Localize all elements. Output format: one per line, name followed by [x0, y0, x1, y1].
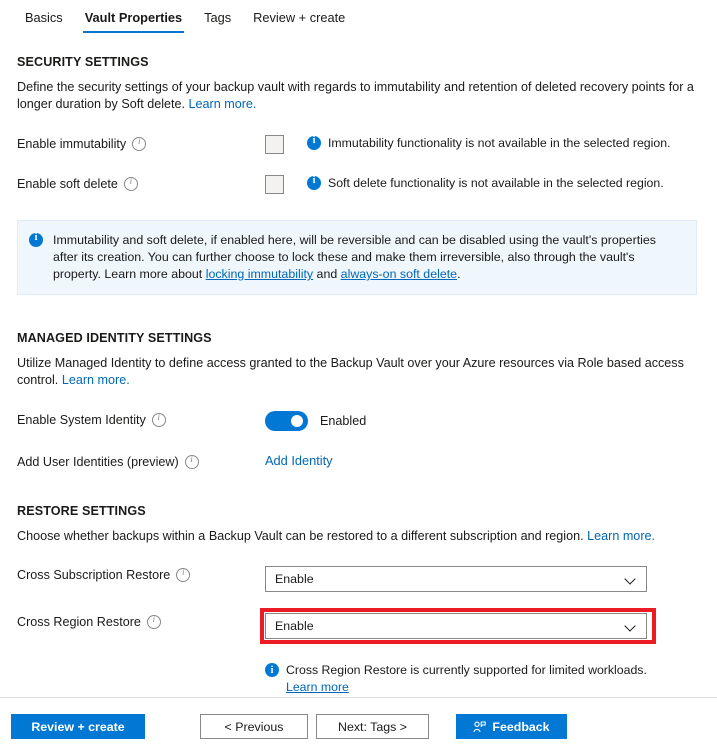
review-create-button[interactable]: Review + create [11, 714, 145, 739]
info-icon [265, 662, 279, 679]
enable-immutability-row: Enable immutability Immutability functio… [17, 135, 717, 154]
tab-vault-properties[interactable]: Vault Properties [74, 6, 193, 34]
info-icon [307, 135, 321, 150]
info-icon[interactable] [132, 136, 147, 151]
tab-tags[interactable]: Tags [193, 6, 242, 34]
enable-system-identity-toggle[interactable] [265, 411, 308, 431]
cross-subscription-restore-value: Enable [275, 572, 314, 586]
cross-region-restore-row: Cross Region Restore Enable [17, 608, 717, 644]
info-icon [29, 232, 43, 247]
restore-settings-description: Choose whether backups within a Backup V… [17, 528, 695, 545]
toggle-knob [291, 415, 303, 427]
tab-label: Review + create [253, 10, 346, 25]
feedback-label: Feedback [492, 719, 550, 734]
tab-label: Basics [25, 10, 63, 25]
soft-delete-note-text: Soft delete functionality is not availab… [328, 176, 664, 190]
banner-text: Immutability and soft delete, if enabled… [53, 232, 684, 283]
cross-subscription-restore-label-text: Cross Subscription Restore [17, 568, 171, 582]
security-settings-description: Define the security settings of your bac… [17, 79, 695, 113]
system-identity-toggle-group: Enabled [265, 411, 366, 431]
add-identity-link[interactable]: Add Identity [265, 453, 333, 468]
feedback-button[interactable]: Feedback [456, 714, 567, 739]
system-identity-state-label: Enabled [320, 414, 367, 428]
immutability-note-text: Immutability functionality is not availa… [328, 136, 671, 150]
tab-label: Vault Properties [84, 10, 183, 25]
security-settings-heading: SECURITY SETTINGS [17, 55, 149, 69]
enable-immutability-checkbox[interactable] [265, 135, 284, 154]
tab-bar: Basics Vault Properties Tags Review + cr… [0, 0, 717, 38]
restore-learn-more-link[interactable]: Learn more. [587, 529, 655, 543]
cross-region-restore-note-row: Cross Region Restore is currently suppor… [17, 661, 717, 696]
enable-system-identity-row: Enable System Identity Enabled [17, 411, 717, 431]
chevron-down-icon [625, 574, 636, 585]
tab-label: Tags [204, 10, 232, 25]
cross-subscription-restore-dropdown[interactable]: Enable [265, 566, 647, 592]
info-icon[interactable] [176, 567, 191, 582]
add-user-identities-row: Add User Identities (preview) Add Identi… [17, 453, 717, 469]
tab-basics[interactable]: Basics [14, 6, 74, 34]
security-description-text: Define the security settings of your bac… [17, 80, 694, 111]
soft-delete-note: Soft delete functionality is not availab… [307, 175, 664, 190]
restore-settings-heading: RESTORE SETTINGS [17, 504, 146, 518]
tab-review-create[interactable]: Review + create [242, 6, 356, 34]
footer-bar: Review + create < Previous Next: Tags > … [0, 698, 717, 751]
info-icon[interactable] [151, 412, 166, 427]
enable-soft-delete-checkbox[interactable] [265, 175, 284, 194]
cross-region-note-wrap: Cross Region Restore is currently suppor… [286, 662, 665, 696]
cross-region-restore-label-text: Cross Region Restore [17, 615, 141, 629]
enable-system-identity-label: Enable System Identity [17, 411, 265, 427]
cross-region-restore-note: Cross Region Restore is currently suppor… [265, 661, 665, 696]
security-learn-more-link[interactable]: Learn more. [189, 97, 257, 111]
enable-immutability-label-text: Enable immutability [17, 137, 127, 151]
info-icon [307, 175, 321, 190]
enable-soft-delete-row: Enable soft delete Soft delete functiona… [17, 175, 717, 194]
note-spacer [17, 661, 265, 663]
managed-identity-learn-more-link[interactable]: Learn more. [62, 373, 130, 387]
cross-region-learn-more-link[interactable]: Learn more [286, 680, 349, 694]
managed-identity-description: Utilize Managed Identity to define acces… [17, 355, 695, 389]
enable-immutability-label: Enable immutability [17, 135, 265, 151]
info-icon[interactable] [184, 454, 199, 469]
banner-text-part-2: and [313, 267, 341, 281]
cross-region-note-text: Cross Region Restore is currently suppor… [286, 663, 647, 677]
add-user-identities-label: Add User Identities (preview) [17, 453, 265, 469]
cross-region-restore-dropdown[interactable]: Enable [265, 613, 647, 639]
restore-description-text: Choose whether backups within a Backup V… [17, 529, 588, 543]
cross-subscription-restore-label: Cross Subscription Restore [17, 566, 265, 582]
immutability-info-banner: Immutability and soft delete, if enabled… [17, 220, 697, 295]
previous-button[interactable]: < Previous [200, 714, 308, 739]
enable-system-identity-label-text: Enable System Identity [17, 413, 146, 427]
info-icon[interactable] [123, 176, 138, 191]
feedback-icon [473, 720, 487, 733]
cross-region-restore-value: Enable [275, 619, 314, 633]
add-user-identities-label-text: Add User Identities (preview) [17, 455, 179, 469]
cross-region-restore-label: Cross Region Restore [17, 613, 265, 629]
info-icon[interactable] [146, 614, 161, 629]
banner-text-part-3: . [457, 267, 461, 281]
always-on-soft-delete-link[interactable]: always-on soft delete [341, 267, 457, 281]
chevron-down-icon [625, 621, 636, 632]
cross-subscription-restore-row: Cross Subscription Restore Enable [17, 566, 717, 592]
managed-identity-heading: MANAGED IDENTITY SETTINGS [17, 331, 212, 345]
enable-soft-delete-label: Enable soft delete [17, 175, 265, 191]
enable-soft-delete-label-text: Enable soft delete [17, 177, 118, 191]
locking-immutability-link[interactable]: locking immutability [206, 267, 313, 281]
next-tags-button[interactable]: Next: Tags > [316, 714, 429, 739]
cross-region-restore-dropdown-wrap: Enable [260, 608, 656, 644]
cross-subscription-restore-dropdown-wrap: Enable [265, 566, 647, 592]
immutability-note: Immutability functionality is not availa… [307, 135, 670, 150]
